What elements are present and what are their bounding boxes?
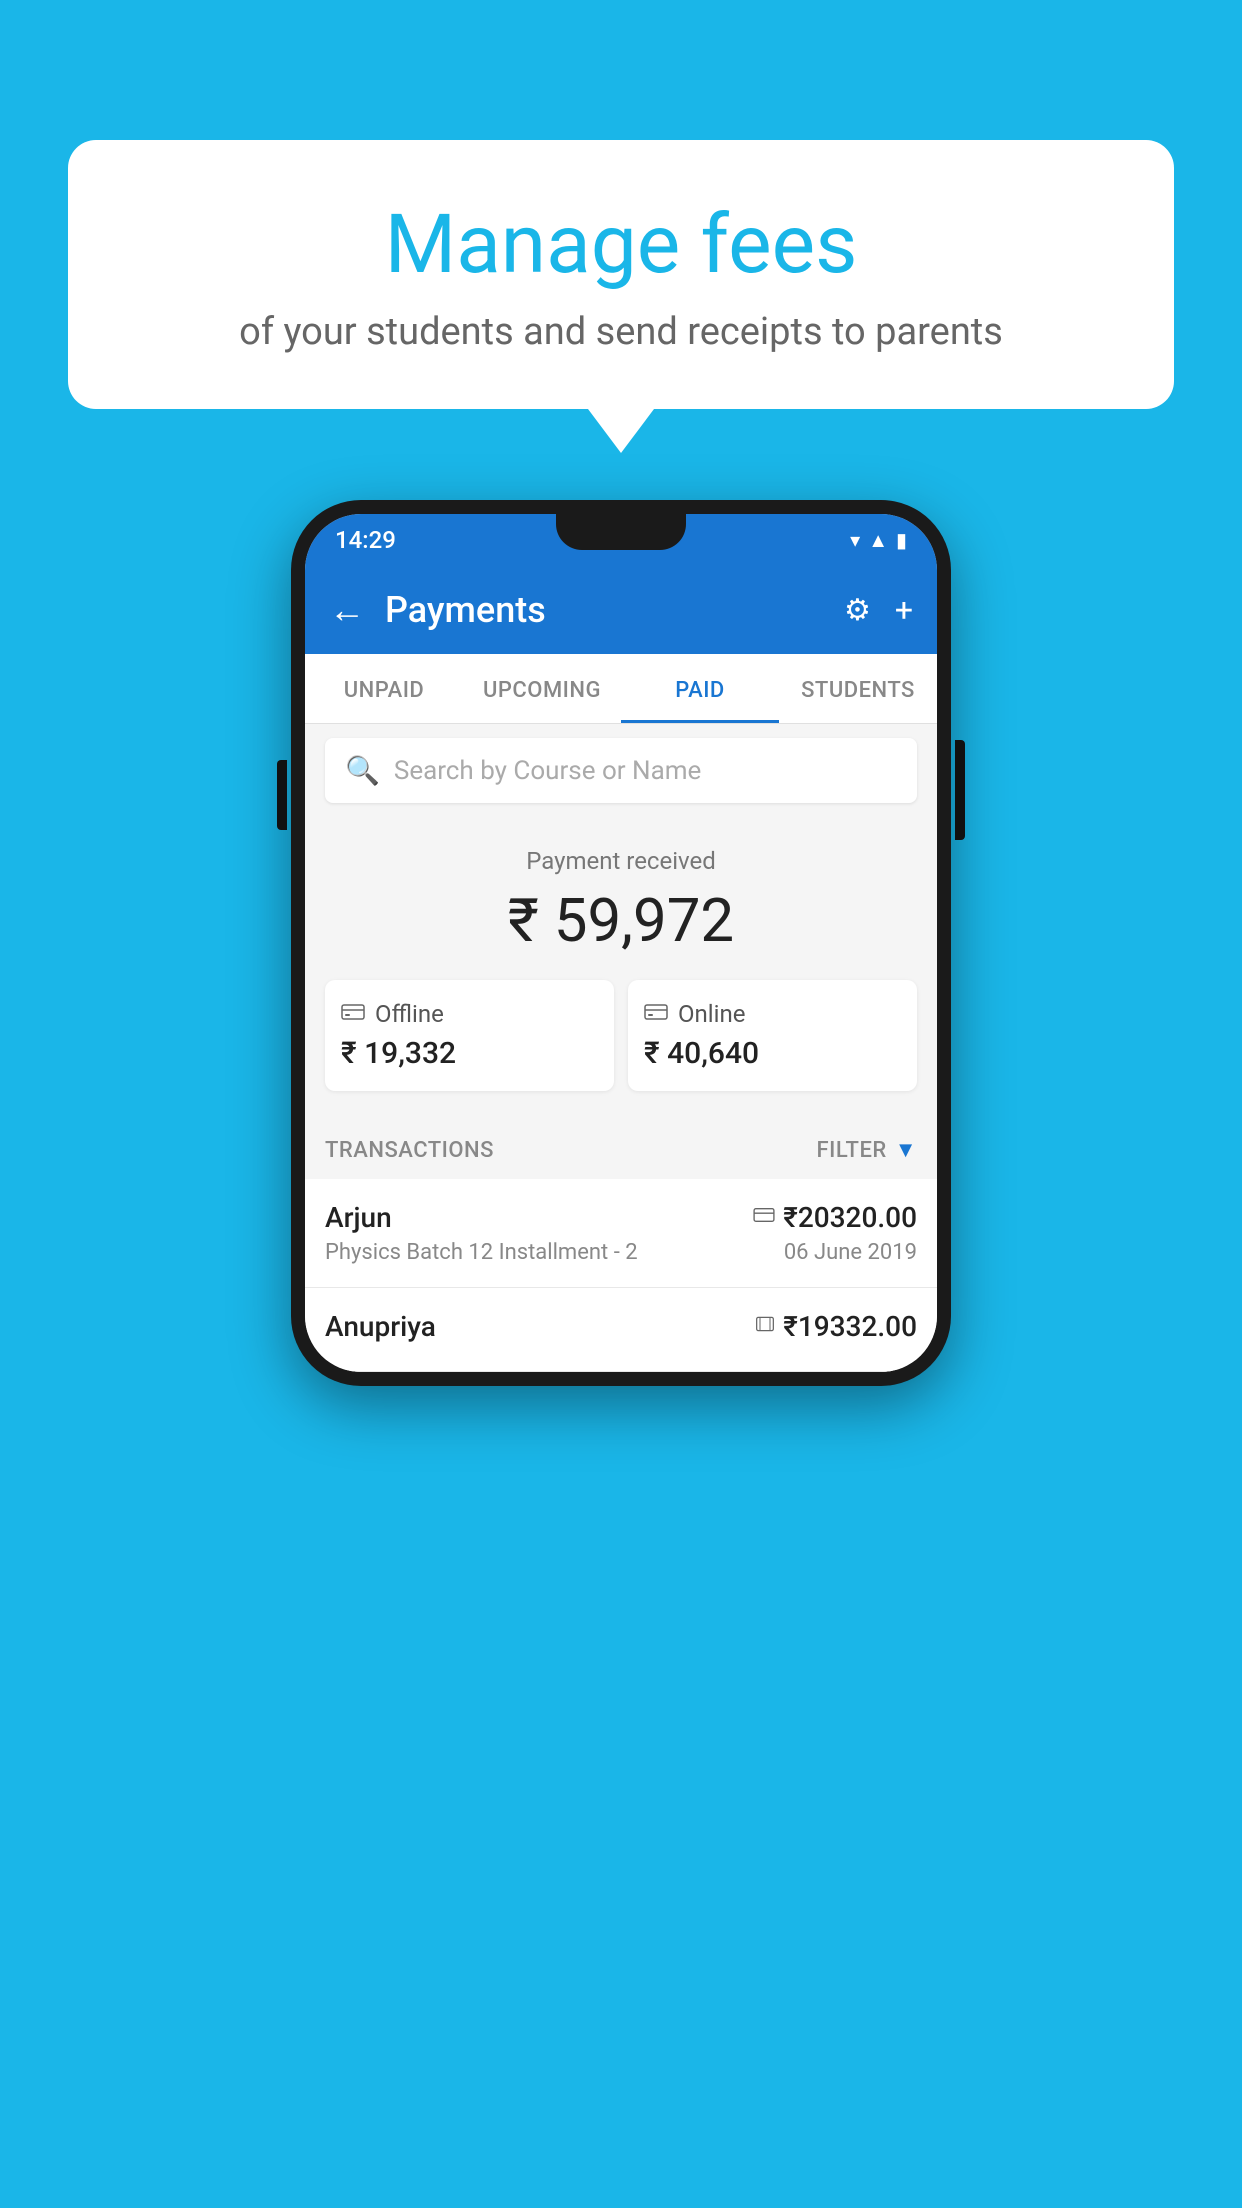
payment-total: ₹ 59,972 xyxy=(325,885,917,956)
transaction-icon-2 xyxy=(755,1314,775,1340)
back-button[interactable]: ← xyxy=(329,589,365,631)
transactions-label: TRANSACTIONS xyxy=(325,1138,494,1163)
online-amount: ₹ 40,640 xyxy=(644,1036,901,1071)
status-icons: ▾ ▲ ▮ xyxy=(850,528,907,553)
online-label: Online xyxy=(678,1000,745,1028)
status-time: 14:29 xyxy=(335,526,396,554)
transaction-top-1: Arjun ₹20320.00 xyxy=(325,1201,917,1234)
transaction-date-1: 06 June 2019 xyxy=(784,1240,917,1265)
search-icon: 🔍 xyxy=(345,754,380,787)
transactions-header: TRANSACTIONS FILTER ▼ xyxy=(305,1115,937,1179)
offline-card: Offline ₹ 19,332 xyxy=(325,980,614,1091)
tab-upcoming[interactable]: UPCOMING xyxy=(463,654,621,723)
tab-paid[interactable]: PAID xyxy=(621,654,779,723)
tab-unpaid[interactable]: UNPAID xyxy=(305,654,463,723)
phone-frame: 14:29 ▾ ▲ ▮ ← Payments ⚙ + xyxy=(291,500,951,1386)
filter-icon: ▼ xyxy=(895,1137,917,1163)
offline-amount: ₹ 19,332 xyxy=(341,1036,598,1071)
signal-icon: ▲ xyxy=(868,528,888,553)
transaction-name-1: Arjun xyxy=(325,1201,392,1234)
payment-summary: Payment received ₹ 59,972 Offline ₹ 19,3… xyxy=(305,817,937,1115)
offline-card-header: Offline xyxy=(341,1000,598,1028)
app-bar-icons: ⚙ + xyxy=(844,591,913,629)
notch xyxy=(556,514,686,550)
app-bar-title: Payments xyxy=(385,589,824,631)
payment-label: Payment received xyxy=(325,847,917,875)
payment-cards: Offline ₹ 19,332 Online ₹ 40,640 xyxy=(325,980,917,1091)
settings-button[interactable]: ⚙ xyxy=(844,593,871,628)
filter-button[interactable]: FILTER ▼ xyxy=(816,1137,917,1163)
transaction-row[interactable]: Anupriya ₹19332.00 xyxy=(305,1288,937,1372)
online-icon xyxy=(644,1000,668,1028)
transaction-amount-1: ₹20320.00 xyxy=(783,1201,917,1234)
bubble-title: Manage fees xyxy=(128,200,1114,290)
tabs: UNPAID UPCOMING PAID STUDENTS xyxy=(305,654,937,724)
app-bar: ← Payments ⚙ + xyxy=(305,566,937,654)
transaction-name-2: Anupriya xyxy=(325,1310,436,1343)
speech-bubble: Manage fees of your students and send re… xyxy=(68,140,1174,409)
status-bar: 14:29 ▾ ▲ ▮ xyxy=(305,514,937,566)
tab-students[interactable]: STUDENTS xyxy=(779,654,937,723)
add-button[interactable]: + xyxy=(895,591,913,629)
offline-icon xyxy=(341,1000,365,1028)
bubble-subtitle: of your students and send receipts to pa… xyxy=(128,310,1114,354)
phone-screen: 14:29 ▾ ▲ ▮ ← Payments ⚙ + xyxy=(305,514,937,1372)
battery-icon: ▮ xyxy=(896,528,907,552)
wifi-icon: ▾ xyxy=(850,528,860,552)
online-card-header: Online xyxy=(644,1000,901,1028)
search-container: 🔍 Search by Course or Name xyxy=(305,724,937,817)
transaction-row[interactable]: Arjun ₹20320.00 Physics Batch 12 Install… xyxy=(305,1179,937,1288)
speech-bubble-container: Manage fees of your students and send re… xyxy=(68,140,1174,409)
transaction-amount-wrap-1: ₹20320.00 xyxy=(753,1201,917,1234)
transaction-bottom-1: Physics Batch 12 Installment - 2 06 June… xyxy=(325,1240,917,1265)
search-box[interactable]: 🔍 Search by Course or Name xyxy=(325,738,917,803)
transaction-course-1: Physics Batch 12 Installment - 2 xyxy=(325,1240,638,1265)
phone-mockup: 14:29 ▾ ▲ ▮ ← Payments ⚙ + xyxy=(291,500,951,1386)
transaction-amount-2: ₹19332.00 xyxy=(783,1310,917,1343)
filter-label: FILTER xyxy=(816,1138,886,1163)
transaction-amount-wrap-2: ₹19332.00 xyxy=(755,1310,917,1343)
offline-label: Offline xyxy=(375,1000,444,1028)
search-input[interactable]: Search by Course or Name xyxy=(394,756,701,786)
transaction-icon-1 xyxy=(753,1205,775,1230)
online-card: Online ₹ 40,640 xyxy=(628,980,917,1091)
transaction-top-2: Anupriya ₹19332.00 xyxy=(325,1310,917,1343)
